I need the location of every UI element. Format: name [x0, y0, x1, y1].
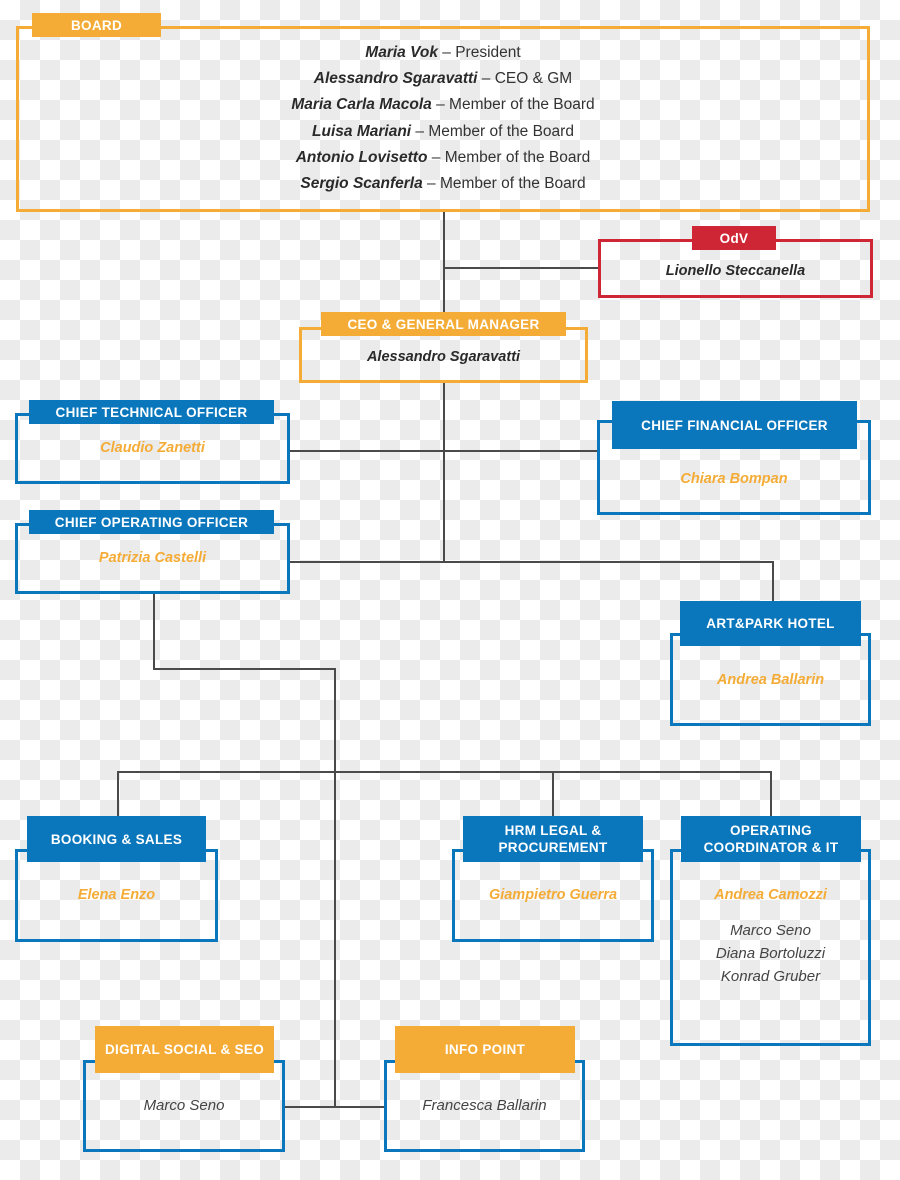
odv-title: OdV [692, 226, 776, 250]
digital-name: Marco Seno [143, 1097, 225, 1114]
digital-title: DIGITAL SOCIAL & SEO [95, 1026, 274, 1073]
connector-odv [443, 267, 600, 269]
booking-title: BOOKING & SALES [27, 816, 206, 862]
ceo-name: Alessandro Sgaravatti [366, 349, 521, 365]
board-title: BOARD [32, 13, 161, 37]
connector-ceo-down [443, 382, 445, 561]
infopoint-title: INFO POINT [395, 1026, 575, 1073]
coo-title: CHIEF OPERATING OFFICER [29, 510, 274, 534]
staff-member: Diana Bortoluzzi [715, 945, 826, 962]
infopoint-name: Francesca Ballarin [422, 1097, 547, 1114]
opcoord-title-line2: COORDINATOR & IT [703, 840, 839, 855]
odv-name: Lionello Steccanella [665, 263, 806, 279]
connector-coo-jog [153, 668, 334, 670]
coo-name: Patrizia Castelli [98, 550, 207, 566]
board-member: Maria Carla Macola – Member of the Board [291, 96, 595, 114]
hrm-title-line1: HRM LEGAL & [504, 823, 602, 838]
opcoord-staff-list: Marco Seno Diana Bortoluzzi Konrad Grube… [670, 919, 871, 988]
board-member: Maria Vok – President [365, 44, 521, 61]
hotel-title: ART&PARK HOTEL [680, 601, 861, 646]
staff-member: Konrad Gruber [720, 968, 821, 985]
board-member: Luisa Mariani – Member of the Board [312, 122, 574, 140]
opcoord-title: OPERATING COORDINATOR & IT [681, 816, 861, 862]
ceo-title: CEO & GENERAL MANAGER [321, 312, 566, 336]
hrm-title: HRM LEGAL & PROCUREMENT [463, 816, 643, 862]
hrm-title-line2: PROCUREMENT [498, 840, 608, 855]
connector-main-trunk [334, 668, 336, 1107]
board-member: Sergio Scanferla – Member of the Board [300, 174, 586, 192]
board-member: Alessandro Sgaravatti – CEO & GM [313, 70, 573, 88]
board-member: Antonio Lovisetto – Member of the Board [295, 148, 591, 166]
hrm-name: Giampietro Guerra [488, 887, 618, 903]
cfo-title: CHIEF FINANCIAL OFFICER [612, 401, 857, 449]
opcoord-title-line1: OPERATING [730, 823, 812, 838]
connector-coo-hotel [288, 561, 772, 563]
board-member-list: Maria Vok – President Alessandro Sgarava… [18, 40, 868, 197]
staff-member: Marco Seno [730, 922, 811, 939]
cto-title: CHIEF TECHNICAL OFFICER [29, 400, 274, 424]
connector-coo-down [153, 594, 155, 668]
connector-bottom-bus [283, 1106, 386, 1108]
booking-name: Elena Enzo [77, 887, 156, 903]
connector-hrm-drop [552, 771, 554, 816]
connector-dept-bus [117, 771, 771, 773]
connector-cto-cfo [288, 450, 600, 452]
cto-name: Claudio Zanetti [100, 440, 205, 456]
opcoord-name: Andrea Camozzi [714, 887, 827, 903]
hotel-name: Andrea Ballarin [716, 672, 825, 688]
connector-opcoord-drop [770, 771, 772, 816]
cfo-name: Chiara Bompan [680, 471, 788, 487]
connector-hotel-drop [772, 561, 774, 601]
connector-booking-drop [117, 771, 119, 816]
